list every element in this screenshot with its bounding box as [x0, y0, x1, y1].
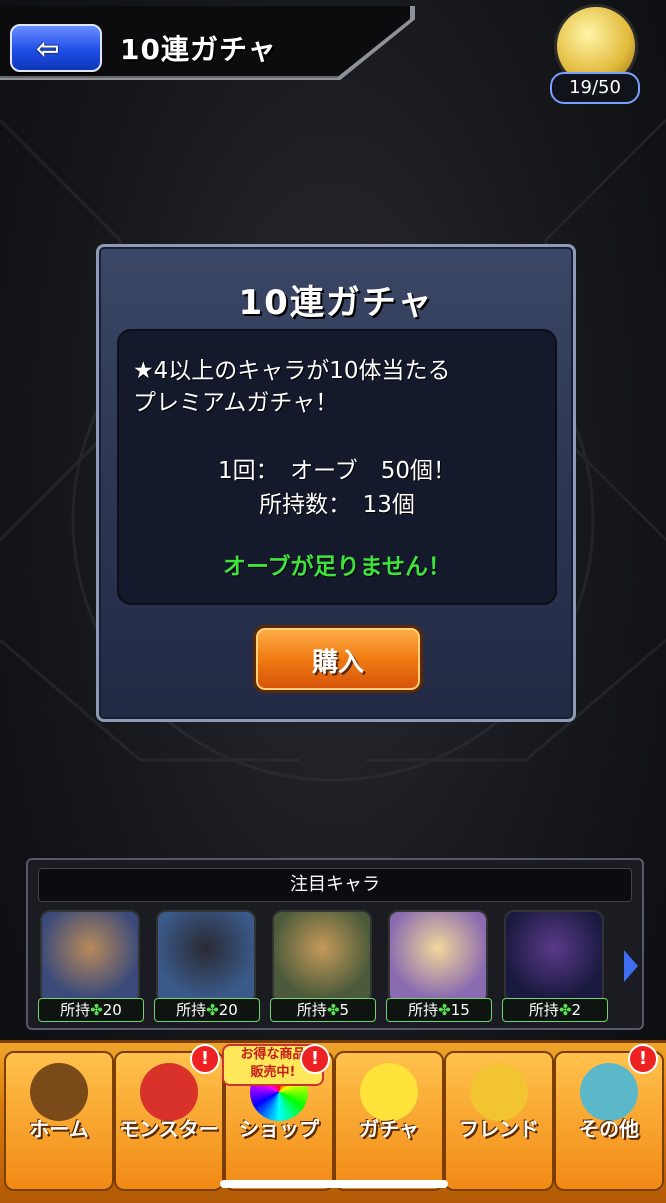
character-portrait [272, 910, 372, 1004]
owned-count: 15 [450, 1001, 470, 1019]
character-portrait [504, 910, 604, 1004]
owned-label: 所持 [296, 1001, 327, 1019]
featured-characters-panel: 注目キャラ 所持✤20 所持✤20 所持✤5 所持✤15 所持✤2 [26, 858, 644, 1030]
gacha-dialog: 10連ガチャ ★4以上のキャラが10体当たる プレミアムガチャ！ 1回： オーブ… [96, 244, 576, 722]
owned-count-tag: 所持✤2 [502, 998, 608, 1022]
buy-button-label: 購入 [311, 648, 364, 678]
owned-label: 所持 [176, 1001, 207, 1019]
owned-orbs-text: 所持数： 13個 [259, 492, 415, 518]
owned-count: 5 [339, 1001, 350, 1019]
character-portrait [156, 910, 256, 1004]
stamina-count: 19/50 [550, 72, 640, 104]
nav-other-label: その他 [579, 1117, 639, 1141]
bottom-navigation: ホーム モンスター ショップ ガチャ フレンド その他 [0, 1040, 666, 1203]
nav-friend-label: フレンド [459, 1117, 539, 1141]
scroll-right-arrow-icon[interactable] [624, 950, 638, 982]
nav-friend[interactable]: フレンド [444, 1051, 554, 1191]
back-button[interactable]: ⇦ [10, 24, 102, 72]
owned-count-tag: 所持✤15 [386, 998, 492, 1022]
shop-alert-badge: ! [300, 1044, 330, 1074]
clover-icon: ✤ [326, 1001, 340, 1019]
clover-icon: ✤ [438, 1001, 451, 1019]
featured-heading: 注目キャラ [38, 868, 632, 902]
cost-text: 1回： オーブ 50個！ [217, 458, 457, 484]
nav-monster-label: モンスター [119, 1117, 219, 1141]
other-alert-badge: ! [628, 1044, 658, 1074]
nav-shop-label: ショップ [239, 1117, 319, 1141]
header-bar: ⇦ 10連ガチャ [0, 6, 415, 80]
owned-label: 所持 [60, 1001, 91, 1019]
monster-alert-badge: ! [190, 1044, 220, 1074]
owned-count-tag: 所持✤5 [270, 998, 376, 1022]
owned-count-tag: 所持✤20 [38, 998, 144, 1022]
dialog-title: 10連ガチャ [238, 283, 434, 323]
owned-count: 2 [571, 1001, 582, 1019]
nav-home-label: ホーム [29, 1117, 89, 1141]
owned-count: 20 [102, 1001, 122, 1019]
owned-label: 所持 [528, 1001, 559, 1019]
stamina-badge[interactable]: 19/50 [550, 4, 640, 104]
owned-count: 20 [218, 1001, 238, 1019]
sale-tag-line-1: お得な商品 [240, 1047, 306, 1062]
clover-icon: ✤ [90, 1001, 103, 1019]
featured-character-2[interactable]: 所持✤20 [154, 908, 260, 1022]
insufficient-orbs-warning: オーブが足りません！ [223, 554, 451, 580]
featured-character-1[interactable]: 所持✤20 [38, 908, 144, 1022]
owned-count-tag: 所持✤20 [154, 998, 260, 1022]
description-line-2: プレミアムガチャ！ [133, 390, 339, 416]
nav-gacha-label: ガチャ [359, 1117, 419, 1141]
character-portrait [388, 910, 488, 1004]
dialog-body: ★4以上のキャラが10体当たる プレミアムガチャ！ 1回： オーブ 50個！ 所… [117, 329, 557, 605]
owned-label: 所持 [408, 1001, 439, 1019]
back-arrow-icon: ⇦ [36, 32, 60, 65]
featured-character-4[interactable]: 所持✤15 [386, 908, 492, 1022]
page-title: 10連ガチャ [120, 33, 277, 66]
nav-home[interactable]: ホーム [4, 1051, 114, 1191]
home-indicator[interactable] [220, 1180, 448, 1188]
buy-button[interactable]: 購入 [253, 625, 423, 693]
featured-character-list[interactable]: 所持✤20 所持✤20 所持✤5 所持✤15 所持✤2 [38, 908, 630, 1022]
featured-character-5[interactable]: 所持✤2 [502, 908, 608, 1022]
featured-character-3[interactable]: 所持✤5 [270, 908, 376, 1022]
clover-icon: ✤ [206, 1001, 219, 1019]
description-line-1: ★4以上のキャラが10体当たる [133, 358, 451, 384]
nav-gacha[interactable]: ガチャ [334, 1051, 444, 1191]
character-portrait [40, 910, 140, 1004]
clover-icon: ✤ [558, 1001, 572, 1019]
sale-tag-line-2: 販売中! [250, 1065, 296, 1080]
